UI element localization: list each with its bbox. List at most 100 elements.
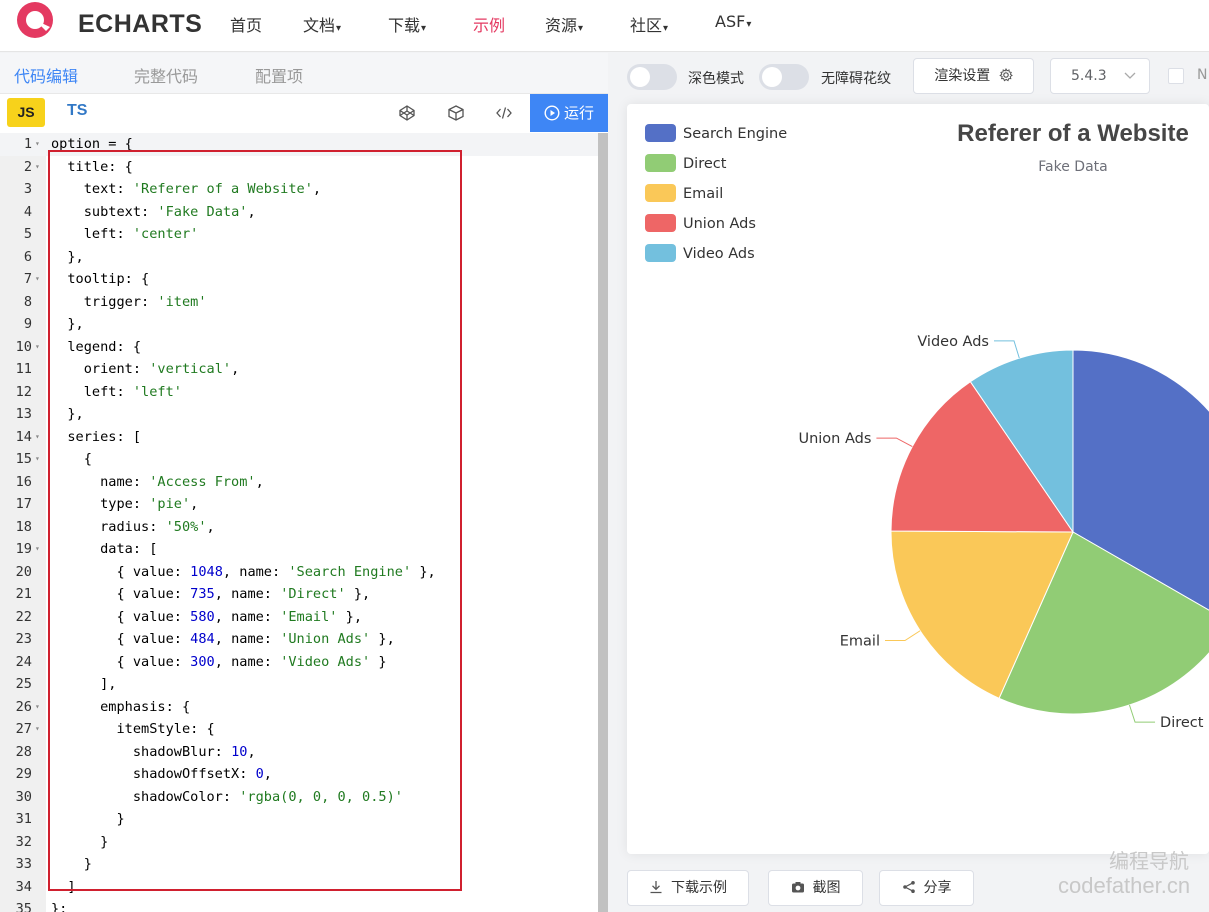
line-number: 19	[15, 541, 32, 557]
fold-arrow-icon[interactable]: ▾	[35, 268, 40, 291]
echarts-logo[interactable]: ECHARTS	[16, 1, 202, 41]
line-number: 35	[15, 901, 32, 912]
nav-item-1[interactable]: 文档▾	[303, 12, 341, 36]
chevron-down-icon	[1124, 72, 1136, 79]
editor-tabs: 代码编辑 完整代码 配置项	[0, 53, 608, 94]
run-button-label: 运行	[564, 104, 595, 122]
line-number: 3	[23, 181, 32, 197]
top-navbar: ECHARTS 首页 文档▾ 下载▾ 示例 资源▾ 社区▾ ASF▾	[0, 0, 1209, 52]
nav-item-6[interactable]: ASF▾	[715, 12, 751, 31]
nav-item-0[interactable]: 首页	[230, 12, 262, 36]
editor-scrollbar[interactable]	[598, 133, 608, 912]
highlight-annotation-box	[48, 150, 462, 891]
nav-item-label: 社区	[630, 16, 663, 35]
caret-down-icon: ▾	[663, 23, 669, 34]
nav-item-label: ASF	[715, 12, 746, 31]
nav-item-3[interactable]: 示例	[473, 12, 505, 36]
line-number: 21	[15, 586, 32, 602]
fold-arrow-icon[interactable]: ▾	[35, 718, 40, 741]
screenshot-label: 截图	[812, 880, 841, 896]
fold-arrow-icon[interactable]: ▾	[35, 426, 40, 449]
chart-container[interactable]: Referer of a Website Fake Data Search Engi…	[627, 104, 1209, 854]
option-checkbox[interactable]	[1168, 68, 1184, 84]
code-text: };	[51, 901, 68, 912]
watermark-url: codefather.cn	[1058, 873, 1191, 898]
watermark-cn: 编程导航	[1109, 849, 1189, 873]
fold-arrow-icon[interactable]: ▾	[35, 133, 40, 156]
line-number: 29	[15, 766, 32, 782]
checkbox-label: N	[1197, 67, 1208, 83]
run-button[interactable]: 运行	[530, 94, 608, 132]
line-number: 34	[15, 878, 32, 895]
line-number: 2	[23, 158, 32, 175]
line-number: 22	[15, 608, 32, 625]
line-number: 10	[15, 338, 32, 355]
version-select[interactable]: 5.4.3	[1050, 58, 1150, 94]
line-number: 18	[15, 518, 32, 535]
nav-item-4[interactable]: 资源▾	[545, 12, 583, 36]
legend-label: Direct	[683, 156, 727, 172]
line-number: 28	[15, 743, 32, 760]
line-number: 32	[15, 833, 32, 850]
download-example-button[interactable]: 下载示例	[627, 870, 749, 906]
label-line[interactable]	[876, 437, 913, 448]
code-line: 35};	[0, 898, 598, 912]
a11y-pattern-label: 无障碍花纹	[821, 71, 891, 87]
editor-toolbar: JS TS 运行	[0, 94, 608, 132]
slice-label: Direct	[1160, 715, 1204, 731]
codesandbox-icon[interactable]	[447, 104, 465, 122]
slice-label: Email	[840, 634, 880, 650]
caret-down-icon: ▾	[746, 19, 752, 30]
nav-item-5[interactable]: 社区▾	[630, 12, 668, 36]
codepen-icon[interactable]	[398, 104, 416, 122]
line-number: 1	[23, 136, 32, 152]
lang-js-button[interactable]: JS	[7, 98, 45, 127]
line-number: 11	[15, 361, 32, 377]
gear-icon	[999, 67, 1013, 82]
play-icon	[544, 105, 560, 121]
line-number: 13	[15, 406, 32, 422]
dark-mode-label: 深色模式	[688, 71, 744, 87]
legend-swatch	[645, 244, 676, 262]
version-value: 5.4.3	[1071, 68, 1107, 84]
line-number: 15	[15, 451, 32, 467]
code-format-icon[interactable]	[495, 104, 513, 122]
logo-text: ECHARTS	[78, 10, 203, 38]
legend-label: Union Ads	[683, 216, 756, 232]
label-line[interactable]	[993, 340, 1020, 359]
tab-code-edit[interactable]: 代码编辑	[14, 63, 78, 87]
lang-ts-button[interactable]: TS	[67, 102, 87, 120]
legend-swatch	[645, 214, 676, 232]
line-number: 26	[15, 698, 32, 715]
nav-item-label: 示例	[473, 16, 506, 35]
line-number: 6	[23, 248, 32, 265]
screenshot-button[interactable]: 截图	[768, 870, 863, 906]
render-settings-button[interactable]: 渲染设置	[913, 58, 1034, 94]
fold-arrow-icon[interactable]: ▾	[35, 538, 40, 561]
line-number: 30	[15, 788, 32, 805]
fold-arrow-icon[interactable]: ▾	[35, 696, 40, 719]
legend-swatch	[645, 154, 676, 172]
line-number: 20	[15, 563, 32, 580]
nav-item-label: 文档	[303, 16, 336, 35]
fold-arrow-icon[interactable]: ▾	[35, 336, 40, 359]
dark-mode-toggle[interactable]	[627, 64, 677, 90]
pie-chart[interactable]: Referer of a Website Fake Data Search Engi…	[627, 104, 1209, 854]
line-number: 23	[15, 631, 32, 647]
line-number: 27	[15, 721, 32, 737]
legend-label: Email	[683, 186, 723, 202]
legend-swatch	[645, 124, 676, 142]
share-button[interactable]: 分享	[879, 870, 974, 906]
nav-item-label: 首页	[230, 16, 263, 35]
tab-option-reference[interactable]: 配置项	[255, 63, 303, 87]
nav-item-2[interactable]: 下载▾	[388, 12, 426, 36]
render-settings-label: 渲染设置	[934, 68, 991, 84]
fold-arrow-icon[interactable]: ▾	[35, 448, 40, 471]
download-example-label: 下载示例	[671, 880, 727, 896]
tab-full-code[interactable]: 完整代码	[134, 63, 198, 87]
caret-down-icon: ▾	[578, 23, 584, 34]
a11y-pattern-toggle[interactable]	[759, 64, 809, 90]
label-line[interactable]	[885, 630, 921, 642]
fold-arrow-icon[interactable]: ▾	[35, 156, 40, 179]
label-line[interactable]	[1128, 704, 1156, 723]
